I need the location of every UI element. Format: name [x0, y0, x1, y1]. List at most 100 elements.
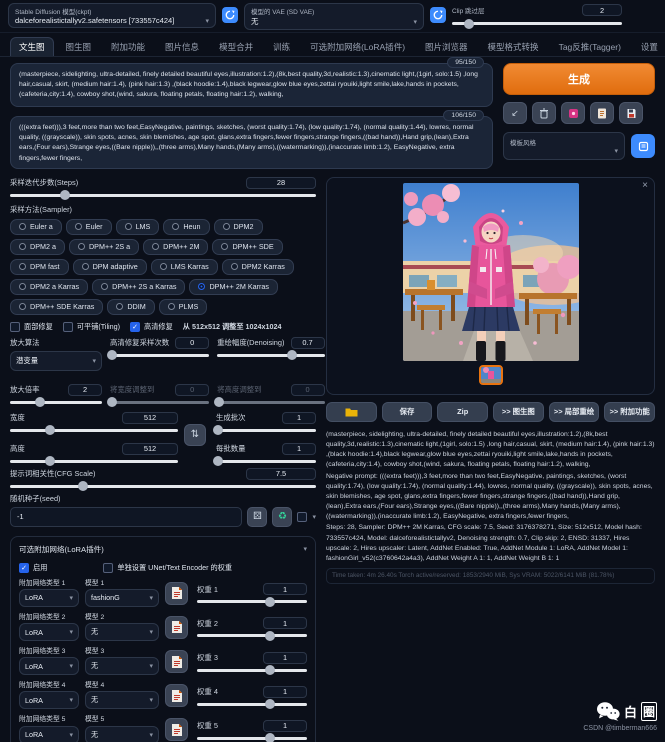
- send-to-extras-button[interactable]: >> 附加功能: [604, 402, 655, 422]
- addnet-weight-slider[interactable]: [197, 703, 307, 706]
- prompt-input[interactable]: 95/150 (masterpiece, sidelighting, ultra…: [10, 63, 493, 107]
- addnet-type-select[interactable]: LoRA▾: [19, 623, 79, 641]
- sampler-option-7[interactable]: DPM++ 2M: [143, 239, 208, 255]
- tab-5[interactable]: 训练: [265, 38, 298, 56]
- sampler-option-18[interactable]: PLMS: [159, 299, 208, 315]
- sampler-option-13[interactable]: DPM2 a Karras: [10, 279, 88, 295]
- random-seed-button[interactable]: ⚄: [247, 507, 267, 527]
- addnet-model-select[interactable]: 无▾: [85, 657, 159, 675]
- addnet-model-info-button[interactable]: [165, 684, 188, 707]
- addnet-model-info-button[interactable]: [165, 718, 188, 741]
- save-style-button[interactable]: [619, 102, 643, 124]
- gallery-thumbnail[interactable]: [479, 365, 503, 385]
- addnet-model-info-button[interactable]: [165, 616, 188, 639]
- tab-10[interactable]: 设置: [633, 38, 665, 56]
- negative-prompt-input[interactable]: 106/150 (((extra feet))),3 feet,more tha…: [10, 116, 493, 169]
- addnet-type-select[interactable]: LoRA▾: [19, 691, 79, 709]
- steps-slider[interactable]: [10, 194, 316, 197]
- sampler-option-2[interactable]: LMS: [116, 219, 160, 235]
- hires-fix-checkbox[interactable]: ✓高清修复: [130, 322, 173, 332]
- send-to-inpaint-button[interactable]: >> 局部重绘: [549, 402, 600, 422]
- height-value[interactable]: 512: [122, 443, 178, 455]
- sampler-option-15[interactable]: DPM++ 2M Karras: [189, 279, 278, 295]
- addnet-model-select[interactable]: 无▾: [85, 691, 159, 709]
- addnet-weight-slider[interactable]: [197, 634, 307, 637]
- generated-image[interactable]: [403, 183, 579, 361]
- sampler-option-17[interactable]: DDIM: [107, 299, 154, 315]
- sampler-option-4[interactable]: DPM2: [214, 219, 263, 235]
- tab-2[interactable]: 附加功能: [103, 38, 153, 56]
- resize-height-value[interactable]: 0: [291, 384, 325, 396]
- addnet-separate-checkbox[interactable]: 单独设置 UNet/Text Encoder 的权重: [103, 563, 232, 573]
- tiling-checkbox[interactable]: 可平铺(Tiling): [63, 322, 120, 332]
- addnet-weight-slider[interactable]: [197, 737, 307, 740]
- resize-width-value[interactable]: 0: [175, 384, 209, 396]
- height-slider[interactable]: [10, 460, 178, 463]
- sampler-option-14[interactable]: DPM++ 2S a Karras: [92, 279, 185, 295]
- tab-1[interactable]: 图生图: [58, 38, 100, 56]
- reuse-seed-button[interactable]: ♻: [272, 507, 292, 527]
- addnet-weight-value[interactable]: 1: [263, 583, 307, 595]
- sampler-option-12[interactable]: DPM2 Karras: [222, 259, 294, 275]
- denoising-value[interactable]: 0.7: [291, 337, 325, 349]
- refresh-styles-button[interactable]: [631, 134, 655, 158]
- resize-width-slider[interactable]: [110, 401, 209, 404]
- extra-seed-checkbox[interactable]: [297, 512, 307, 522]
- upscale-by-value[interactable]: 2: [68, 384, 102, 396]
- sampler-option-1[interactable]: Euler: [66, 219, 112, 235]
- addnet-model-select[interactable]: fashionG▾: [85, 589, 159, 607]
- addnet-type-select[interactable]: LoRA▾: [19, 657, 79, 675]
- hires-steps-value[interactable]: 0: [175, 337, 209, 349]
- upscale-by-slider[interactable]: [10, 401, 102, 404]
- zip-button[interactable]: Zip: [437, 402, 488, 422]
- style-select[interactable]: 模板风格 ▾: [503, 132, 625, 160]
- resize-height-slider[interactable]: [217, 401, 324, 404]
- cfg-scale-slider[interactable]: [10, 485, 316, 488]
- refresh-checkpoint-button[interactable]: [222, 7, 238, 23]
- swap-dimensions-button[interactable]: ⇅: [184, 424, 206, 446]
- checkpoint-select[interactable]: Stable Diffusion 模型(ckpt) dalceforealist…: [8, 3, 216, 28]
- extra-networks-button[interactable]: [561, 102, 585, 124]
- width-slider[interactable]: [10, 429, 178, 432]
- addnet-enable-checkbox[interactable]: ✓启用: [19, 563, 47, 573]
- vae-select[interactable]: 模型的 VAE (SD VAE) 无▾: [244, 3, 424, 30]
- batch-count-slider[interactable]: [216, 429, 316, 432]
- steps-value[interactable]: 28: [246, 177, 316, 189]
- tab-4[interactable]: 模型合并: [211, 38, 261, 56]
- batch-count-value[interactable]: 1: [282, 412, 316, 424]
- save-image-button[interactable]: 保存: [382, 402, 433, 422]
- addnet-weight-value[interactable]: 1: [263, 686, 307, 698]
- restore-faces-checkbox[interactable]: 面部修复: [10, 322, 53, 332]
- tab-3[interactable]: 图片信息: [157, 38, 207, 56]
- sampler-option-16[interactable]: DPM++ SDE Karras: [10, 299, 103, 315]
- addnet-type-select[interactable]: LoRA▾: [19, 589, 79, 607]
- generate-button[interactable]: 生成: [503, 63, 655, 95]
- tab-8[interactable]: 模型格式转换: [480, 38, 547, 56]
- tab-6[interactable]: 可选附加网络(LoRA插件): [302, 38, 413, 56]
- addnet-weight-value[interactable]: 1: [263, 720, 307, 732]
- seed-input[interactable]: -1: [10, 507, 242, 527]
- addnet-weight-slider[interactable]: [197, 669, 307, 672]
- sampler-option-5[interactable]: DPM2 a: [10, 239, 65, 255]
- addnet-weight-value[interactable]: 1: [263, 617, 307, 629]
- addnet-weight-value[interactable]: 1: [263, 652, 307, 664]
- tab-0[interactable]: 文生图: [10, 37, 54, 56]
- sampler-option-3[interactable]: Heun: [163, 219, 209, 235]
- send-to-img2img-button[interactable]: >> 图生图: [493, 402, 544, 422]
- addnet-weight-slider[interactable]: [197, 600, 307, 603]
- addnet-model-info-button[interactable]: [165, 582, 188, 605]
- refresh-vae-button[interactable]: [430, 7, 446, 23]
- tab-9[interactable]: Tag反推(Tagger): [551, 38, 629, 56]
- addnet-model-info-button[interactable]: [165, 650, 188, 673]
- close-icon[interactable]: ×: [642, 180, 648, 191]
- clip-skip-slider[interactable]: [452, 22, 622, 25]
- clear-prompt-button[interactable]: [532, 102, 556, 124]
- paste-params-button[interactable]: ↙: [503, 102, 527, 124]
- sampler-option-0[interactable]: Euler a: [10, 219, 62, 235]
- clip-skip-value[interactable]: 2: [582, 4, 622, 16]
- sampler-option-10[interactable]: DPM adaptive: [73, 259, 147, 275]
- sampler-option-6[interactable]: DPM++ 2S a: [69, 239, 139, 255]
- open-folder-button[interactable]: [326, 402, 377, 422]
- hires-steps-slider[interactable]: [110, 354, 209, 357]
- sampler-option-11[interactable]: LMS Karras: [151, 259, 218, 275]
